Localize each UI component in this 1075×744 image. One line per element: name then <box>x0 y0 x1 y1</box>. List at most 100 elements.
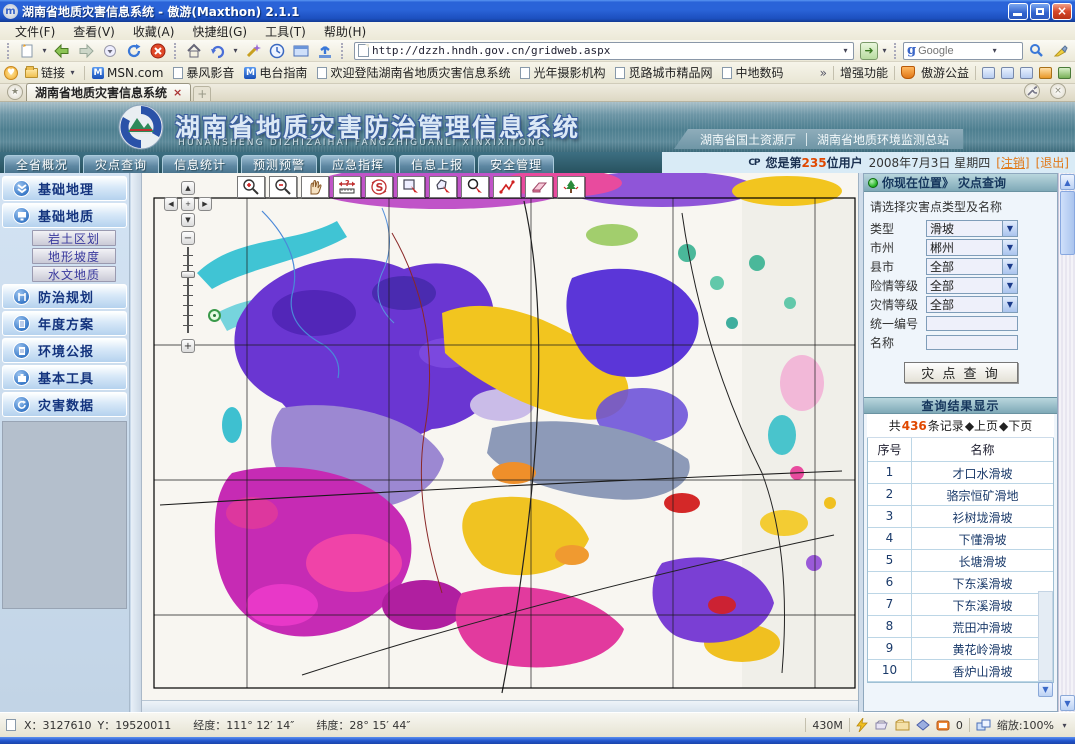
plugin-tray-icon[interactable] <box>874 719 889 731</box>
table-row[interactable]: 10香炉山滑坡 <box>868 660 1053 682</box>
sidebar-subitem-terrain-slope[interactable]: 地形坡度 <box>32 248 116 264</box>
select-rectangle-icon[interactable] <box>397 176 425 198</box>
forward-button[interactable] <box>75 41 97 61</box>
link-city-boutique[interactable]: 觅路城市精品网 <box>612 63 715 82</box>
charity-shield-icon[interactable] <box>901 66 915 79</box>
zoom-slider-handle[interactable] <box>181 271 195 278</box>
sidebar-splitter[interactable] <box>131 173 142 712</box>
download-button[interactable] <box>314 41 336 61</box>
sidebar-item-basic-geography[interactable]: 基础地理 <box>2 176 127 201</box>
popup-blocker-icon[interactable] <box>936 719 950 732</box>
zoom-in-icon[interactable] <box>237 176 265 198</box>
city-icon[interactable] <box>1058 67 1071 79</box>
full-extent-icon[interactable]: S <box>365 176 393 198</box>
sidebar-item-basic-geology[interactable]: 基础地质 <box>2 203 127 228</box>
county-select[interactable]: 全部▼ <box>926 258 1018 275</box>
go-dropdown-icon[interactable]: ▾ <box>880 46 889 55</box>
boost-lightning-icon[interactable] <box>856 718 868 732</box>
zoom-in-slider-button[interactable]: + <box>181 339 195 353</box>
vertical-scrollbar[interactable]: ▲ ▼ <box>1058 173 1075 712</box>
link-photo-studio[interactable]: 光年摄影机构 <box>517 63 608 82</box>
zoom-dropdown-icon[interactable]: ▾ <box>1060 721 1069 730</box>
nav-tab-statistics[interactable]: 信息统计 <box>162 155 238 173</box>
filter-diamond-icon[interactable] <box>916 719 930 731</box>
logout-link[interactable]: [注销] <box>996 154 1029 171</box>
search-button[interactable] <box>1025 41 1047 61</box>
undo-dropdown-icon[interactable]: ▾ <box>231 46 240 55</box>
search-box[interactable]: g ▾ <box>903 42 1023 60</box>
sidebar-item-environment-bulletin[interactable]: 环境公报 <box>2 338 127 363</box>
scroll-up-button[interactable]: ▲ <box>1060 174 1075 190</box>
table-row[interactable]: 9黄花岭滑坡 <box>868 638 1053 660</box>
history-button[interactable] <box>266 41 288 61</box>
exit-link[interactable]: [退出] <box>1036 154 1069 171</box>
table-row[interactable]: 4下懂滑坡 <box>868 528 1053 550</box>
minimize-button[interactable] <box>1008 3 1028 20</box>
identify-icon[interactable] <box>461 176 489 198</box>
sidebar-item-basic-tools[interactable]: 基本工具 <box>2 365 127 390</box>
chevron-down-icon[interactable]: ▼ <box>1002 259 1017 274</box>
brush-icon[interactable] <box>1039 67 1052 79</box>
back-button[interactable] <box>51 41 73 61</box>
table-row[interactable]: 3衫树垅滑坡 <box>868 506 1053 528</box>
skin-wrench-button[interactable] <box>1024 83 1040 99</box>
home-button[interactable] <box>183 41 205 61</box>
nav-tab-report[interactable]: 信息上报 <box>399 155 475 173</box>
enhance-features-link[interactable]: 增强功能 <box>840 64 888 81</box>
panel-scroll-down-button[interactable]: ▼ <box>1038 682 1053 697</box>
stop-button[interactable] <box>147 41 169 61</box>
link-radio-guide[interactable]: M电台指南 <box>241 63 310 82</box>
table-row[interactable]: 1才口水滑坡 <box>868 462 1053 484</box>
map-viewport[interactable]: ? S ▲ <box>142 173 858 700</box>
pan-up-button[interactable]: ▲ <box>181 181 195 195</box>
tabbar-close-button[interactable]: × <box>1050 83 1066 99</box>
nav-tab-security[interactable]: 安全管理 <box>478 155 554 173</box>
nav-tab-overview[interactable]: 全省概况 <box>4 155 80 173</box>
geology-map[interactable] <box>142 173 858 700</box>
prev-page-link[interactable]: ◆上页 <box>965 417 998 434</box>
link-baofeng[interactable]: 暴风影音 <box>170 63 237 82</box>
draw-line-icon[interactable] <box>493 176 521 198</box>
zoom-level[interactable]: 缩放:100% <box>997 717 1054 733</box>
chevron-down-icon[interactable]: ▼ <box>1002 297 1017 312</box>
table-row[interactable]: 6下东溪滑坡 <box>868 572 1053 594</box>
menu-favorites[interactable]: 收藏(A) <box>124 22 184 41</box>
zoom-slider[interactable] <box>181 247 195 333</box>
link-msn[interactable]: MMSN.com <box>89 65 166 81</box>
zoom-windows-icon[interactable] <box>976 719 991 731</box>
zoom-out-icon[interactable] <box>269 176 297 198</box>
address-bar[interactable]: ▾ <box>354 42 854 60</box>
menu-groups[interactable]: 快捷组(G) <box>183 22 256 41</box>
unified-id-input[interactable] <box>926 316 1018 331</box>
city-select[interactable]: 郴州▼ <box>926 239 1018 256</box>
pan-right-button[interactable]: ▶ <box>198 197 212 211</box>
maxthon-charity-link[interactable]: 傲游公益 <box>921 64 969 81</box>
menu-tools[interactable]: 工具(T) <box>256 22 315 41</box>
pan-down-button[interactable]: ▼ <box>181 213 195 227</box>
link-zhongdi[interactable]: 中地数码 <box>719 63 786 82</box>
table-row[interactable]: 7下东溪滑坡 <box>868 594 1053 616</box>
panel-scroll-track[interactable] <box>1038 591 1053 681</box>
sidebar-item-annual-plan[interactable]: 年度方案 <box>2 311 127 336</box>
url-dropdown-icon[interactable]: ▾ <box>841 46 850 55</box>
refresh-button[interactable] <box>123 41 145 61</box>
undo-button[interactable] <box>207 41 229 61</box>
favorites-heart-icon[interactable]: ♥ <box>4 66 18 80</box>
tabs-list-button[interactable] <box>290 41 312 61</box>
pan-center-button[interactable]: + <box>181 197 195 211</box>
table-row[interactable]: 5长塘滑坡 <box>868 550 1053 572</box>
zoom-out-slider-button[interactable]: − <box>181 231 195 245</box>
map-marker[interactable] <box>208 309 221 322</box>
new-tab-dropdown-icon[interactable]: ▾ <box>40 46 49 55</box>
magic-wand-button[interactable] <box>242 41 264 61</box>
go-button[interactable]: ➜ <box>860 42 878 60</box>
table-row[interactable]: 2骆宗恒矿滑地 <box>868 484 1053 506</box>
nav-tab-forecast[interactable]: 预测预警 <box>241 155 317 173</box>
select-polygon-icon[interactable] <box>429 176 457 198</box>
name-input[interactable] <box>926 335 1018 350</box>
tab-star-button[interactable]: ★ <box>7 84 23 100</box>
links-folder[interactable]: 链接 ▾ <box>22 63 80 82</box>
table-row[interactable]: 8荒田冲滑坡 <box>868 616 1053 638</box>
sidebar-item-disaster-data[interactable]: 灾害数据 <box>2 392 127 417</box>
scroll-down-button[interactable]: ▼ <box>1060 695 1075 711</box>
